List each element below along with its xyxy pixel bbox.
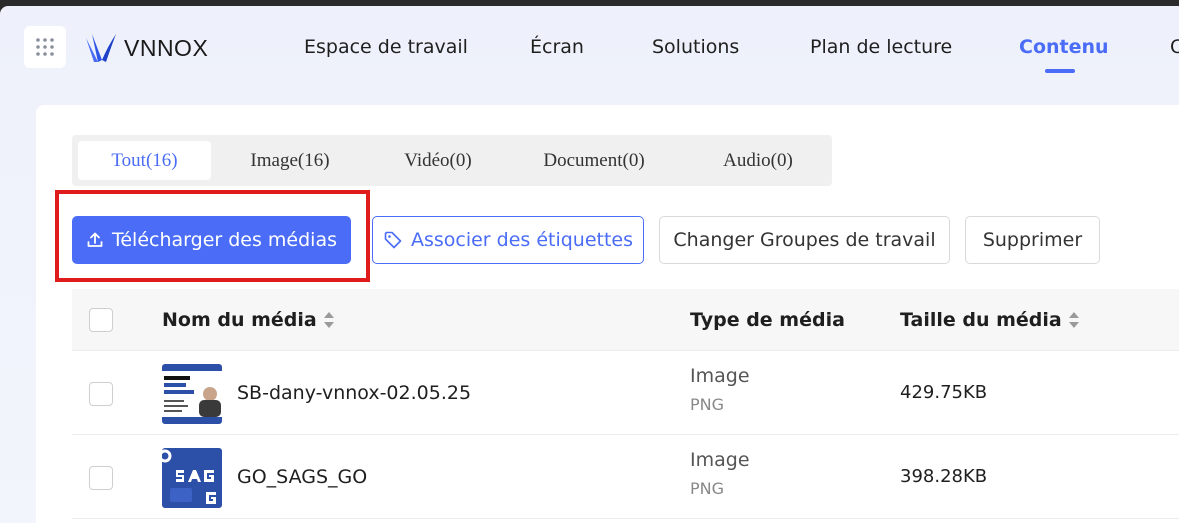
- upload-icon: [87, 232, 103, 247]
- table-header: Nom du média Type de média Taille du méd…: [72, 289, 1179, 351]
- column-header-type: Type de média: [690, 289, 845, 351]
- column-type-label: Type de média: [690, 309, 845, 331]
- upload-media-button[interactable]: Télécharger des médias: [72, 216, 351, 264]
- media-size: 429.75KB: [900, 382, 988, 403]
- brand-logo[interactable]: VNNOX: [84, 30, 208, 66]
- select-all-checkbox[interactable]: [89, 308, 113, 332]
- tab-all[interactable]: Tout(16): [78, 141, 211, 180]
- media-type: Image: [690, 449, 750, 471]
- tab-video[interactable]: Vidéo(0): [372, 141, 504, 180]
- table-row[interactable]: SB-dany-vnnox-02.05.25 Image PNG 429.75K…: [72, 351, 1179, 435]
- vnnox-logo-icon: [86, 34, 116, 62]
- app-window: VNNOX Espace de travail Écran Solutions …: [0, 6, 1179, 523]
- thumbnail-image: [162, 448, 222, 508]
- media-type: Image: [690, 365, 750, 387]
- associate-tags-button[interactable]: Associer des étiquettes: [372, 216, 644, 264]
- media-name[interactable]: GO_SAGS_GO: [237, 435, 367, 519]
- thumbnail-image: [162, 364, 222, 424]
- nav-content[interactable]: Contenu: [1019, 36, 1109, 58]
- table-row[interactable]: GO_SAGS_GO Image PNG 398.28KB: [72, 435, 1179, 519]
- tab-audio[interactable]: Audio(0): [692, 141, 824, 180]
- column-name-label: Nom du média: [162, 309, 317, 331]
- column-header-name[interactable]: Nom du média: [162, 289, 335, 351]
- upload-media-label: Télécharger des médias: [111, 229, 337, 251]
- column-header-size[interactable]: Taille du média: [900, 289, 1080, 351]
- row-checkbox[interactable]: [89, 466, 113, 490]
- tab-document[interactable]: Document(0): [519, 141, 669, 180]
- grid-icon: [36, 38, 54, 56]
- column-size-label: Taille du média: [900, 309, 1062, 331]
- sort-icon: [323, 312, 334, 328]
- change-workgroups-button[interactable]: Changer Groupes de travail: [659, 216, 950, 264]
- nav-playback-plan[interactable]: Plan de lecture: [810, 36, 952, 58]
- nav-solutions[interactable]: Solutions: [652, 36, 739, 58]
- media-format: PNG: [690, 479, 725, 498]
- apps-menu-button[interactable]: [24, 26, 66, 68]
- delete-button[interactable]: Supprimer: [965, 216, 1100, 264]
- sort-icon: [1068, 312, 1079, 328]
- media-name[interactable]: SB-dany-vnnox-02.05.25: [237, 351, 471, 435]
- media-type-cell: Image PNG: [690, 365, 750, 414]
- media-type-tabs: Tout(16) Image(16) Vidéo(0) Document(0) …: [72, 135, 832, 186]
- media-thumbnail[interactable]: [162, 364, 222, 424]
- nav-active-indicator: [1045, 69, 1075, 73]
- media-size: 398.28KB: [900, 466, 988, 487]
- associate-tags-label: Associer des étiquettes: [410, 229, 634, 251]
- row-checkbox[interactable]: [89, 382, 113, 406]
- nav-more-truncated[interactable]: C: [1170, 36, 1179, 58]
- media-thumbnail[interactable]: [162, 448, 222, 508]
- media-type-cell: Image PNG: [690, 449, 750, 498]
- media-format: PNG: [690, 395, 725, 414]
- nav-screen[interactable]: Écran: [530, 36, 584, 58]
- tag-icon: [384, 231, 402, 249]
- nav-workspace[interactable]: Espace de travail: [304, 36, 468, 58]
- logo-text: VNNOX: [124, 34, 209, 61]
- tab-image[interactable]: Image(16): [224, 141, 356, 180]
- content-panel: Tout(16) Image(16) Vidéo(0) Document(0) …: [36, 105, 1179, 523]
